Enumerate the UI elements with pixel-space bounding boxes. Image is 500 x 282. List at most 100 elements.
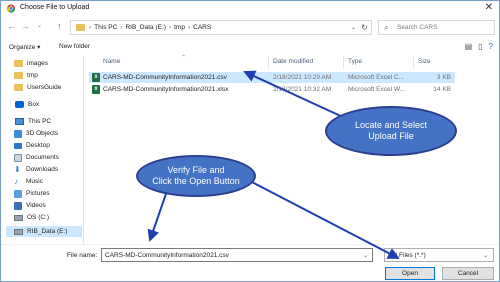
file-date: 2/18/2021 10:29 AM (273, 74, 332, 81)
verify-callout: Verify File and Click the Open Button (136, 155, 256, 197)
verify-callout-line1: Verify File and (167, 165, 225, 175)
sidebar-item-downloads[interactable]: ⬇ Downloads (14, 164, 82, 175)
sidebar-item-label: RIB_Data (E:) (27, 228, 68, 235)
sidebar-item-os-c[interactable]: OS (C:) (14, 212, 82, 223)
address-bar[interactable]: › This PC › RIB_Data (E:) › tmp › CARS ⌄… (70, 20, 372, 35)
help-icon[interactable]: ? (489, 42, 493, 51)
sidebar-item-label: Desktop (26, 142, 50, 149)
file-type: Microsoft Excel W... (348, 86, 406, 93)
sidebar-item-box[interactable]: Box (6, 99, 82, 110)
search-input[interactable]: ⌕ Search CARS (378, 20, 495, 35)
preview-pane-icon[interactable]: ▯ (478, 42, 482, 51)
file-row[interactable]: x CARS-MD-CommunityInformation2021.csv 2… (89, 72, 455, 83)
sidebar-item-videos[interactable]: Videos (14, 200, 82, 211)
drive-icon (14, 214, 23, 221)
locate-callout-line2: Upload File (368, 131, 414, 141)
sidebar-item-label: tmp (27, 72, 38, 79)
chevron-down-icon[interactable]: ⌄ (351, 24, 356, 31)
recent-locations-chevron-icon[interactable]: ⌄ (37, 22, 42, 31)
locate-callout: Locate and Select Upload File (325, 106, 457, 156)
folder-icon (14, 72, 23, 79)
sidebar-item-documents[interactable]: Documents (14, 152, 82, 163)
verify-callout-line2: Click the Open Button (152, 176, 240, 186)
view-options-icon[interactable]: ▤ (465, 42, 473, 51)
sidebar-item-pictures[interactable]: Pictures (14, 188, 82, 199)
sidebar-item-tmp[interactable]: tmp (14, 70, 82, 81)
navigation-pane: images tmp UsersGuide Box This PC 3D Obj… (2, 56, 84, 244)
sidebar-item-this-pc[interactable]: This PC (6, 116, 82, 127)
file-name-value: CARS-MD-CommunityInformation2021.csv (105, 252, 229, 259)
locate-callout-line1: Locate and Select (354, 120, 428, 130)
folder-icon (14, 60, 23, 67)
title-bar: Choose File to Upload ✕ (1, 1, 499, 16)
new-folder-button[interactable]: New folder (59, 43, 90, 50)
file-type-select[interactable]: All Files (*.*) ⌄ (384, 248, 494, 262)
file-date: 2/18/2021 10:32 AM (273, 86, 332, 93)
excel-file-icon: x (92, 73, 100, 82)
sidebar-item-label: 3D Objects (26, 130, 59, 137)
computer-icon (15, 118, 24, 125)
organize-button[interactable]: Organize ▾ (9, 43, 40, 51)
sidebar-item-label: Downloads (26, 166, 59, 173)
sidebar-item-label: This PC (28, 118, 52, 125)
window-title: Choose File to Upload (20, 4, 90, 11)
close-icon[interactable]: ✕ (485, 2, 493, 13)
file-list: ⌃ Name Date modified Type Size x CARS-MD… (85, 55, 499, 244)
sidebar-item-music[interactable]: ♪ Music (14, 176, 82, 187)
sidebar-item-label: Documents (26, 154, 59, 161)
search-placeholder: Search CARS (397, 24, 438, 31)
back-arrow-icon[interactable]: ← (7, 22, 16, 31)
excel-file-icon: x (92, 85, 100, 94)
column-divider (343, 56, 344, 68)
box-icon (15, 101, 24, 108)
dialog-footer: File name: CARS-MD-CommunityInformation2… (1, 244, 499, 282)
chevron-down-icon: ⌄ (482, 253, 488, 259)
refresh-icon[interactable]: ↻ (361, 23, 368, 32)
file-name-label: File name: (67, 252, 98, 259)
folder-icon (14, 84, 23, 91)
sidebar-item-desktop[interactable]: Desktop (14, 140, 82, 151)
sidebar-item-usersguide[interactable]: UsersGuide (14, 82, 82, 93)
sidebar-item-3d-objects[interactable]: 3D Objects (14, 128, 82, 139)
breadcrumb: › This PC › RIB_Data (E:) › tmp › CARS (89, 24, 211, 31)
sidebar-item-label: Music (26, 178, 43, 185)
file-type: Microsoft Excel C... (348, 74, 404, 81)
up-arrow-icon[interactable]: ↑ (57, 21, 62, 31)
column-header-size[interactable]: Size (418, 58, 431, 65)
music-icon: ♪ (14, 176, 18, 186)
file-type-value: All Files (*.*) (390, 252, 426, 259)
sidebar-item-label: images (27, 60, 48, 67)
toolbar-icons: ▤ ▯ ? (465, 42, 493, 51)
open-button[interactable]: Open (385, 267, 435, 280)
column-header-date[interactable]: Date modified (273, 58, 313, 65)
documents-icon (14, 153, 22, 162)
desktop-icon (14, 142, 22, 149)
file-row[interactable]: x CARS-MD-CommunityInformation2021.xlsx … (89, 84, 455, 95)
file-name-field[interactable]: CARS-MD-CommunityInformation2021.csv ⌄ (101, 248, 373, 262)
sidebar-item-images[interactable]: images (14, 58, 82, 69)
forward-arrow-icon[interactable]: → (21, 22, 30, 31)
column-header-name[interactable]: Name (103, 58, 120, 65)
sidebar-item-label: Box (28, 101, 40, 108)
sidebar-item-rib-data[interactable]: RIB_Data (E:) (6, 226, 82, 237)
breadcrumb-cars[interactable]: CARS (193, 24, 211, 31)
breadcrumb-rib-data[interactable]: RIB_Data (E:) (125, 24, 165, 31)
sidebar-item-label: Videos (26, 202, 46, 209)
sort-chevron-icon: ⌃ (181, 55, 187, 61)
column-divider (413, 56, 414, 68)
address-row: ← → ⌄ ↑ › This PC › RIB_Data (E:) › tmp … (1, 16, 499, 38)
sidebar-item-label: UsersGuide (27, 84, 62, 91)
column-header-type[interactable]: Type (348, 58, 362, 65)
breadcrumb-this-pc[interactable]: This PC (94, 24, 117, 31)
chevron-down-icon[interactable]: ⌄ (363, 252, 368, 259)
file-size: 3 KB (436, 74, 451, 81)
file-size: 14 KB (433, 86, 451, 93)
command-toolbar: Organize ▾ New folder ▤ ▯ ? (1, 41, 499, 55)
drive-icon (14, 228, 23, 235)
breadcrumb-tmp[interactable]: tmp (174, 24, 185, 31)
breadcrumb-separator: › (120, 24, 123, 31)
folder-icon (76, 24, 85, 31)
downloads-icon: ⬇ (14, 164, 21, 174)
3d-objects-icon (14, 129, 22, 138)
cancel-button[interactable]: Cancel (442, 267, 494, 280)
